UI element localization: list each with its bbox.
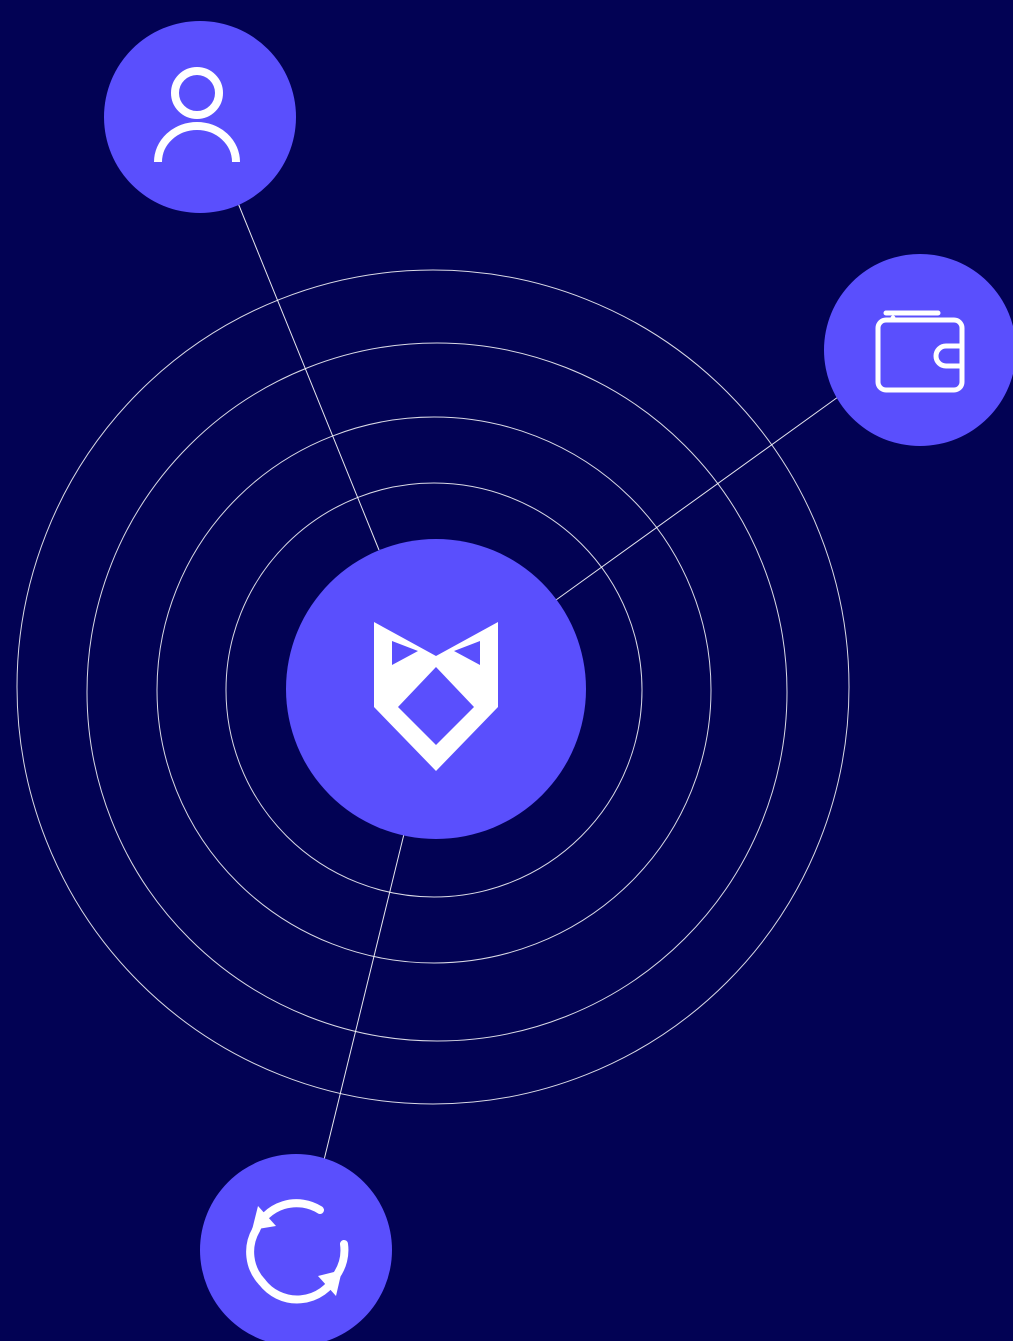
connector-wallet (555, 396, 839, 601)
refresh-node[interactable] (200, 1154, 392, 1341)
wallet-node[interactable] (824, 254, 1013, 446)
connector-refresh (323, 833, 405, 1161)
center-node[interactable] (286, 539, 586, 839)
network-diagram (16, 21, 1013, 1341)
center-node-circle (286, 539, 586, 839)
connector-user (237, 202, 380, 551)
refresh-node-circle (200, 1154, 392, 1341)
user-node[interactable] (104, 21, 296, 213)
wallet-node-circle (824, 254, 1013, 446)
